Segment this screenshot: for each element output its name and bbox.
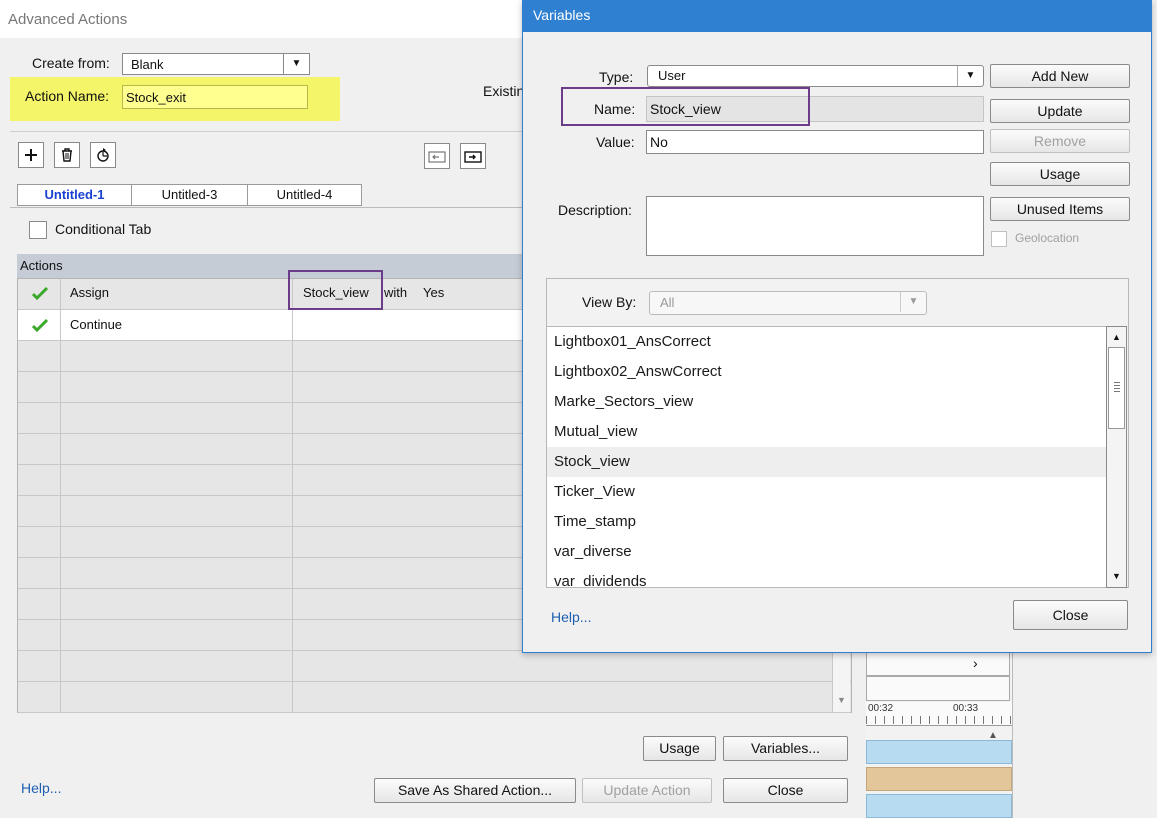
list-item[interactable]: Time_stamp (547, 507, 1106, 537)
existing-label: Existin (483, 83, 525, 99)
scroll-up-icon[interactable]: ▲ (1108, 328, 1125, 346)
view-by-value: All (660, 295, 675, 310)
geolocation-label: Geolocation (1015, 231, 1080, 245)
chevron-down-icon: ▼ (957, 66, 983, 86)
import-icon (428, 151, 446, 163)
scroll-down-icon[interactable]: ▼ (837, 695, 846, 705)
copy-icon (97, 148, 109, 162)
with-cell: with (384, 285, 408, 300)
actions-header-label: Actions (20, 258, 63, 273)
list-item[interactable]: Lightbox01_AnsCorrect (547, 327, 1106, 357)
divider (10, 131, 530, 132)
tab-divider (10, 207, 530, 208)
list-item[interactable]: var_dividends (547, 567, 1106, 587)
timeline-spacer (866, 676, 1010, 701)
stock-view-callout (288, 270, 383, 310)
type-value: User (658, 68, 686, 83)
list-item[interactable]: Mutual_view (547, 417, 1106, 447)
ruler-ticks (866, 716, 1012, 724)
table-row[interactable] (18, 651, 851, 682)
value-value: No (650, 134, 668, 150)
update-action-button[interactable]: Update Action (582, 778, 712, 803)
help-link[interactable]: Help... (21, 780, 61, 796)
action-name-value: Stock_exit (126, 90, 186, 105)
add-new-button[interactable]: Add New (990, 64, 1130, 88)
list-item[interactable]: Lightbox02_AnswCorrect (547, 357, 1106, 387)
tab-untitled-4[interactable]: Untitled-4 (247, 184, 362, 206)
window-title: Advanced Actions (8, 11, 128, 28)
description-input[interactable] (646, 196, 984, 256)
duplicate-action-button[interactable] (90, 142, 116, 168)
update-button[interactable]: Update (990, 99, 1130, 123)
import-button[interactable] (424, 143, 450, 169)
list-scrollbar[interactable]: ▲ ▼ (1106, 326, 1127, 588)
timeline-track[interactable] (866, 767, 1012, 791)
variables-titlebar: Variables (523, 1, 1151, 32)
save-shared-action-button[interactable]: Save As Shared Action... (374, 778, 576, 803)
create-from-dropdown[interactable]: Blank ▼ (122, 53, 310, 75)
name-callout (561, 87, 810, 126)
close-button[interactable]: Close (723, 778, 848, 803)
export-button[interactable] (460, 143, 486, 169)
timeline-ruler: 00:32 00:33 (866, 702, 1012, 726)
delete-action-button[interactable] (54, 142, 80, 168)
trash-icon (62, 148, 72, 162)
action-name-label: Action Name: (25, 88, 110, 104)
timeline-track[interactable] (866, 794, 1012, 818)
tab-untitled-1[interactable]: Untitled-1 (17, 184, 132, 206)
grid-scrollbar[interactable]: ▼ (832, 649, 850, 712)
remove-button[interactable]: Remove (990, 129, 1130, 153)
chevron-down-icon: ▼ (900, 292, 926, 312)
column-divider (292, 279, 293, 712)
side-panel (1012, 650, 1157, 818)
value-input[interactable]: No (646, 130, 984, 154)
list-item-selected[interactable]: Stock_view (547, 447, 1106, 477)
usage-button[interactable]: Usage (990, 162, 1130, 186)
conditional-tab-label: Conditional Tab (55, 221, 152, 237)
export-icon (464, 151, 482, 163)
action-cell: Continue (70, 317, 123, 332)
view-by-label: View By: (582, 294, 637, 310)
plus-icon (25, 149, 37, 161)
variables-list[interactable]: Lightbox01_AnsCorrect Lightbox02_AnswCor… (546, 326, 1107, 588)
scroll-down-icon[interactable]: ▼ (1108, 567, 1125, 585)
value-label: Value: (596, 134, 635, 150)
value-cell: Yes (423, 285, 445, 300)
type-dropdown[interactable]: User ▼ (647, 65, 984, 87)
create-from-label: Create from: (32, 55, 110, 71)
timeline-mark: 00:33 (953, 703, 979, 714)
scrollbar-thumb[interactable] (1108, 347, 1125, 429)
chevron-down-icon: ▼ (283, 54, 309, 74)
list-item[interactable]: Ticker_View (547, 477, 1106, 507)
usage-button[interactable]: Usage (643, 736, 716, 761)
scroll-up-icon[interactable]: ▲ (988, 730, 998, 741)
checkmark-icon (32, 318, 48, 332)
dialog-title: Variables (533, 7, 591, 23)
chevron-right-icon[interactable]: › (973, 655, 978, 671)
action-name-input[interactable]: Stock_exit (122, 85, 308, 109)
close-button[interactable]: Close (1013, 600, 1128, 630)
variables-button[interactable]: Variables... (723, 736, 848, 761)
description-label: Description: (558, 202, 632, 218)
conditional-tab-checkbox[interactable] (29, 221, 47, 239)
add-action-button[interactable] (18, 142, 44, 168)
unused-items-button[interactable]: Unused Items (990, 197, 1130, 221)
list-item[interactable]: Marke_Sectors_view (547, 387, 1106, 417)
table-row[interactable] (18, 682, 851, 713)
type-label: Type: (599, 69, 634, 85)
checkmark-icon (32, 286, 48, 300)
timeline-mark: 00:32 (868, 703, 894, 714)
tab-untitled-3[interactable]: Untitled-3 (131, 184, 248, 206)
column-divider (60, 279, 61, 712)
list-item[interactable]: var_diverse (547, 537, 1106, 567)
help-link[interactable]: Help... (551, 609, 591, 625)
timeline-nav[interactable]: › (866, 651, 1010, 676)
create-from-value: Blank (131, 57, 164, 72)
view-by-dropdown[interactable]: All ▼ (649, 291, 927, 315)
timeline-track[interactable] (866, 740, 1012, 764)
action-cell: Assign (70, 285, 110, 300)
geolocation-checkbox[interactable] (991, 231, 1007, 247)
grip-icon (1114, 382, 1120, 394)
